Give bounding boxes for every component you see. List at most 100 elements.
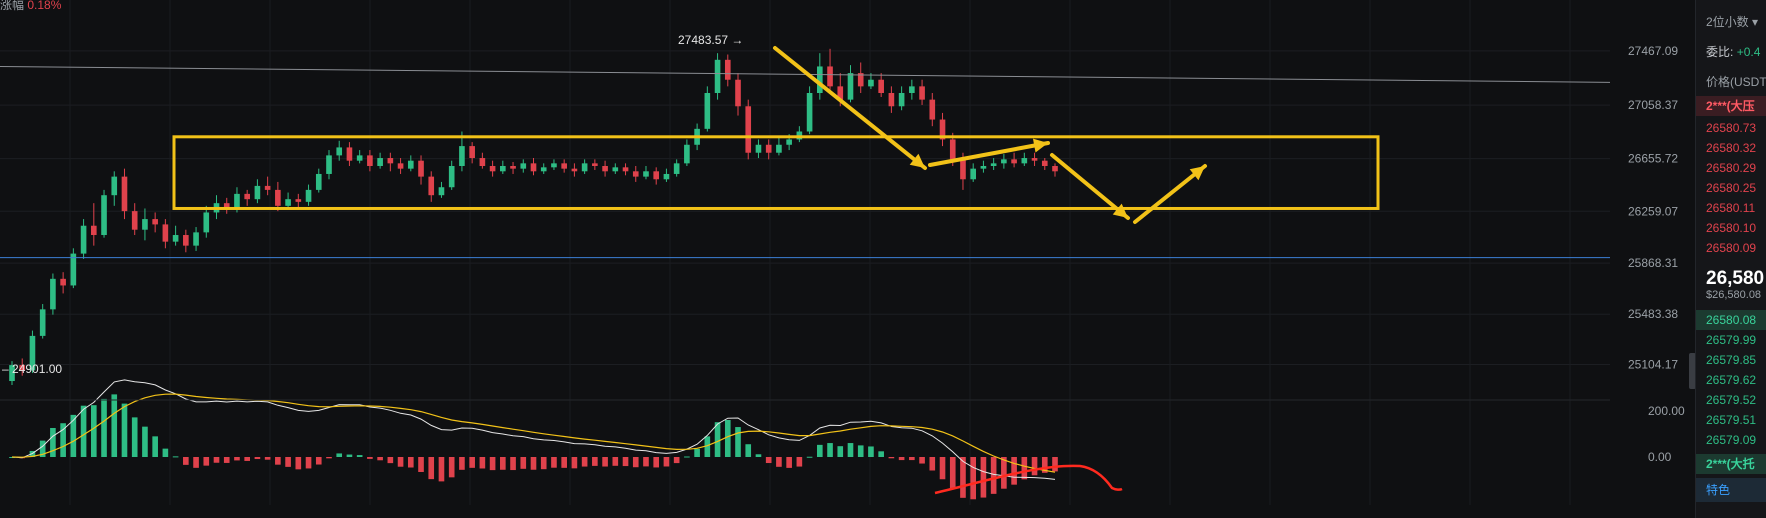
macd-bar [939, 457, 946, 480]
candle-body [949, 139, 956, 160]
macd-bar [663, 457, 670, 467]
macd-bar [817, 444, 823, 457]
candle-body [745, 106, 752, 153]
big-bid-row[interactable]: 2***(大托 [1696, 454, 1766, 474]
candle-body [510, 166, 516, 169]
candle-body [602, 166, 608, 172]
macd-bar [632, 457, 639, 468]
candle-body [868, 79, 874, 87]
ask-row[interactable]: 26580.09 [1696, 238, 1766, 258]
macd-bar [254, 457, 261, 460]
candle-body [806, 93, 813, 132]
bid-row[interactable]: 26579.99 [1696, 330, 1766, 350]
candle-body [142, 219, 148, 230]
candle-body [60, 278, 66, 286]
macd-bar [285, 457, 291, 467]
macd-bar [827, 443, 833, 457]
price-axis: 27467.09 27058.37 26655.72 26259.07 25868.31… [1628, 44, 1685, 464]
ask-row[interactable]: 26580.10 [1696, 218, 1766, 238]
macd-bar [551, 457, 557, 468]
ask-row[interactable]: 26580.73 [1696, 118, 1766, 138]
macd-bar [581, 457, 588, 467]
precision-select[interactable]: 2位小数 ▾ [1696, 12, 1766, 32]
candle-body [469, 146, 475, 159]
macd-bar [407, 457, 414, 468]
y-tick-label: 25104.17 [1628, 358, 1678, 372]
candle-body [346, 147, 353, 161]
candle-body [643, 171, 649, 177]
y-tick-label: 26259.07 [1628, 204, 1678, 218]
macd-bar [264, 457, 271, 460]
macd-bar [714, 422, 721, 457]
y-tick-label: 26655.72 [1628, 152, 1678, 166]
macd-bar [868, 446, 874, 457]
ask-row[interactable]: 26580.11 [1696, 198, 1766, 218]
candle-body [622, 167, 629, 172]
macd-bar [1031, 457, 1038, 476]
bid-row[interactable]: 26579.51 [1696, 410, 1766, 430]
macd-bar [806, 456, 813, 458]
macd-bar [377, 457, 383, 461]
candle-body [898, 93, 905, 107]
macd-bar [837, 446, 844, 457]
bid-row[interactable]: 26579.52 [1696, 390, 1766, 410]
macd-bar [459, 457, 465, 470]
macd-bar [684, 456, 690, 458]
chart-overlays: 27483.57 → – 24901.00 [0, 33, 1611, 376]
candle-body [407, 160, 414, 169]
macd-bar [90, 405, 97, 457]
bid-row[interactable]: 26579.09 [1696, 430, 1766, 450]
candle-body [264, 185, 271, 190]
candle-body [776, 144, 782, 153]
macd-bar [510, 457, 516, 471]
macd-bar [418, 457, 424, 472]
candle-body [80, 225, 87, 254]
candle-body [489, 166, 496, 172]
macd-bar [479, 457, 486, 469]
order-ratio: 委比: +0.4 [1706, 45, 1761, 59]
top-bid-row[interactable]: 26580.08 [1696, 310, 1766, 330]
candle-body [244, 193, 250, 200]
macd-bar [336, 453, 343, 457]
candle-body [929, 99, 936, 120]
arrow-head [1032, 138, 1048, 153]
macd-bar [1052, 457, 1058, 472]
macd-bar [438, 457, 445, 482]
y-tick-label: 27058.37 [1628, 98, 1678, 112]
macd-bar [50, 427, 56, 457]
candle-body [183, 235, 189, 246]
candle-body [315, 173, 322, 190]
candle-body [367, 155, 373, 166]
candle-body [428, 176, 435, 196]
ask-row[interactable]: 26580.32 [1696, 138, 1766, 158]
macd-tick-label: 200.00 [1648, 404, 1685, 418]
candle-body [990, 163, 997, 166]
ask-row[interactable]: 26580.29 [1696, 158, 1766, 178]
candle-body [172, 235, 179, 242]
ask-row[interactable]: 26580.25 [1696, 178, 1766, 198]
macd-bar [428, 457, 435, 480]
candle-body [90, 225, 97, 236]
bid-row[interactable]: 26579.62 [1696, 370, 1766, 390]
low-price-label: – 24901.00 [2, 362, 62, 376]
macd-bar [142, 426, 148, 457]
candle-body [1001, 159, 1007, 164]
change-readout: 涨幅 0.18% [0, 0, 61, 13]
change-label: 涨幅 [0, 0, 25, 12]
candle-body [909, 86, 915, 93]
candle-body [275, 189, 281, 206]
candle-body [592, 163, 598, 166]
macd-bar [786, 457, 792, 468]
arrow-line [928, 141, 1050, 167]
big-ask-row[interactable]: 2***(大压 [1696, 96, 1766, 116]
macd-bar [213, 457, 220, 463]
candle-body [980, 166, 987, 169]
candle-body [500, 166, 506, 172]
last-price-usd: $26,580.08 [1706, 289, 1762, 301]
bid-row[interactable]: 26579.85 [1696, 350, 1766, 370]
candle-body [305, 189, 312, 202]
macd-bar [326, 457, 332, 459]
price-chart[interactable]: 27483.57 → – 24901.00 27467.09 27058.37 266… [0, 0, 1695, 518]
tab-features[interactable]: 特色 [1696, 478, 1766, 502]
candle-body [520, 163, 527, 169]
